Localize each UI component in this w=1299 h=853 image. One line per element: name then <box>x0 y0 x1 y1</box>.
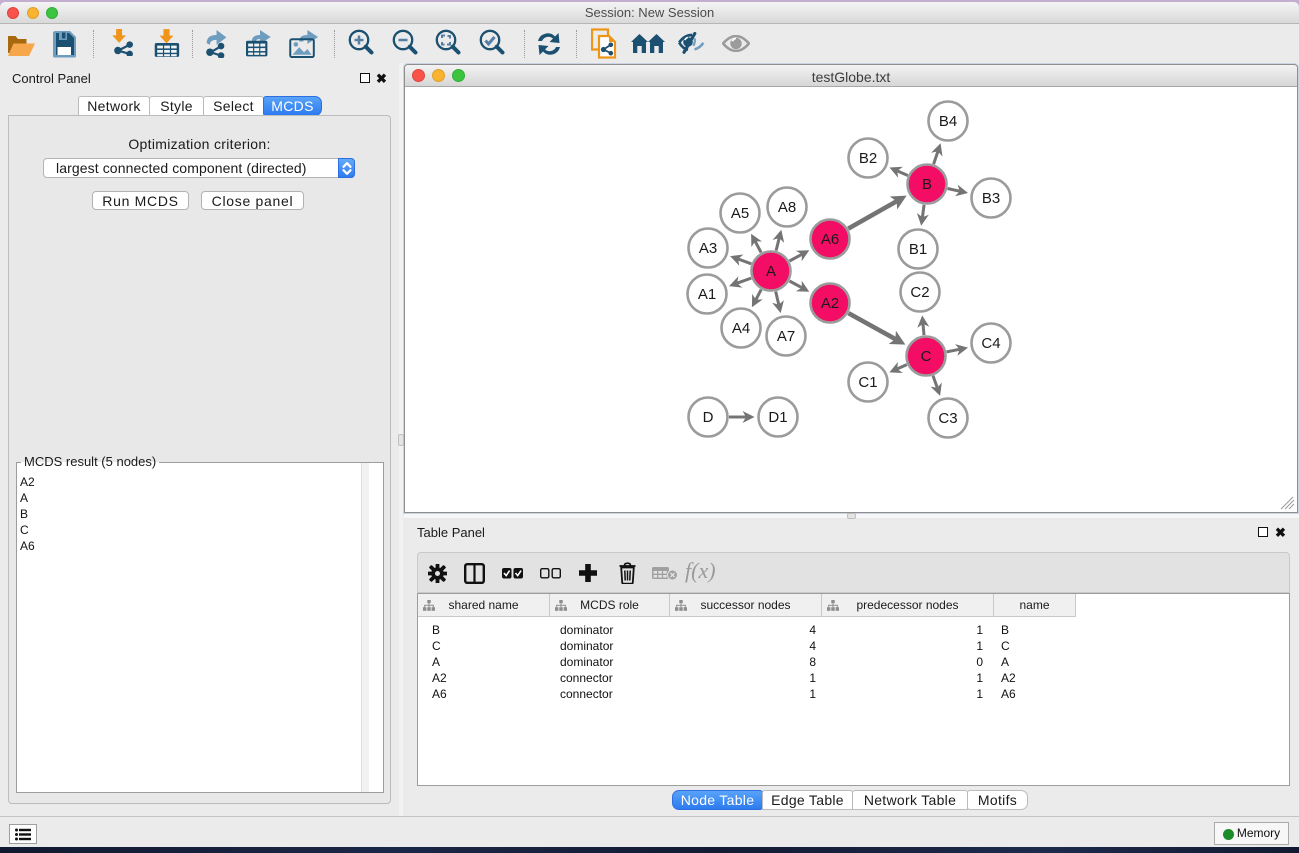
svg-text:A: A <box>766 263 776 280</box>
svg-text:C1: C1 <box>858 374 877 391</box>
svg-text:A1: A1 <box>698 286 716 303</box>
svg-text:A6: A6 <box>821 231 839 248</box>
svg-text:C2: C2 <box>910 284 929 301</box>
svg-text:B2: B2 <box>859 150 877 167</box>
svg-text:B3: B3 <box>982 190 1000 207</box>
svg-text:B4: B4 <box>939 113 957 130</box>
svg-text:C4: C4 <box>981 335 1000 352</box>
svg-text:A3: A3 <box>699 240 717 257</box>
svg-text:B: B <box>922 176 932 193</box>
svg-text:C3: C3 <box>938 410 957 427</box>
svg-text:A7: A7 <box>777 328 795 345</box>
svg-text:B1: B1 <box>909 241 927 258</box>
svg-text:A2: A2 <box>821 295 839 312</box>
svg-text:C: C <box>921 348 932 365</box>
svg-text:A4: A4 <box>732 320 750 337</box>
svg-text:A5: A5 <box>731 205 749 222</box>
svg-text:A8: A8 <box>778 199 796 216</box>
svg-text:D: D <box>703 409 714 426</box>
svg-text:D1: D1 <box>768 409 787 426</box>
